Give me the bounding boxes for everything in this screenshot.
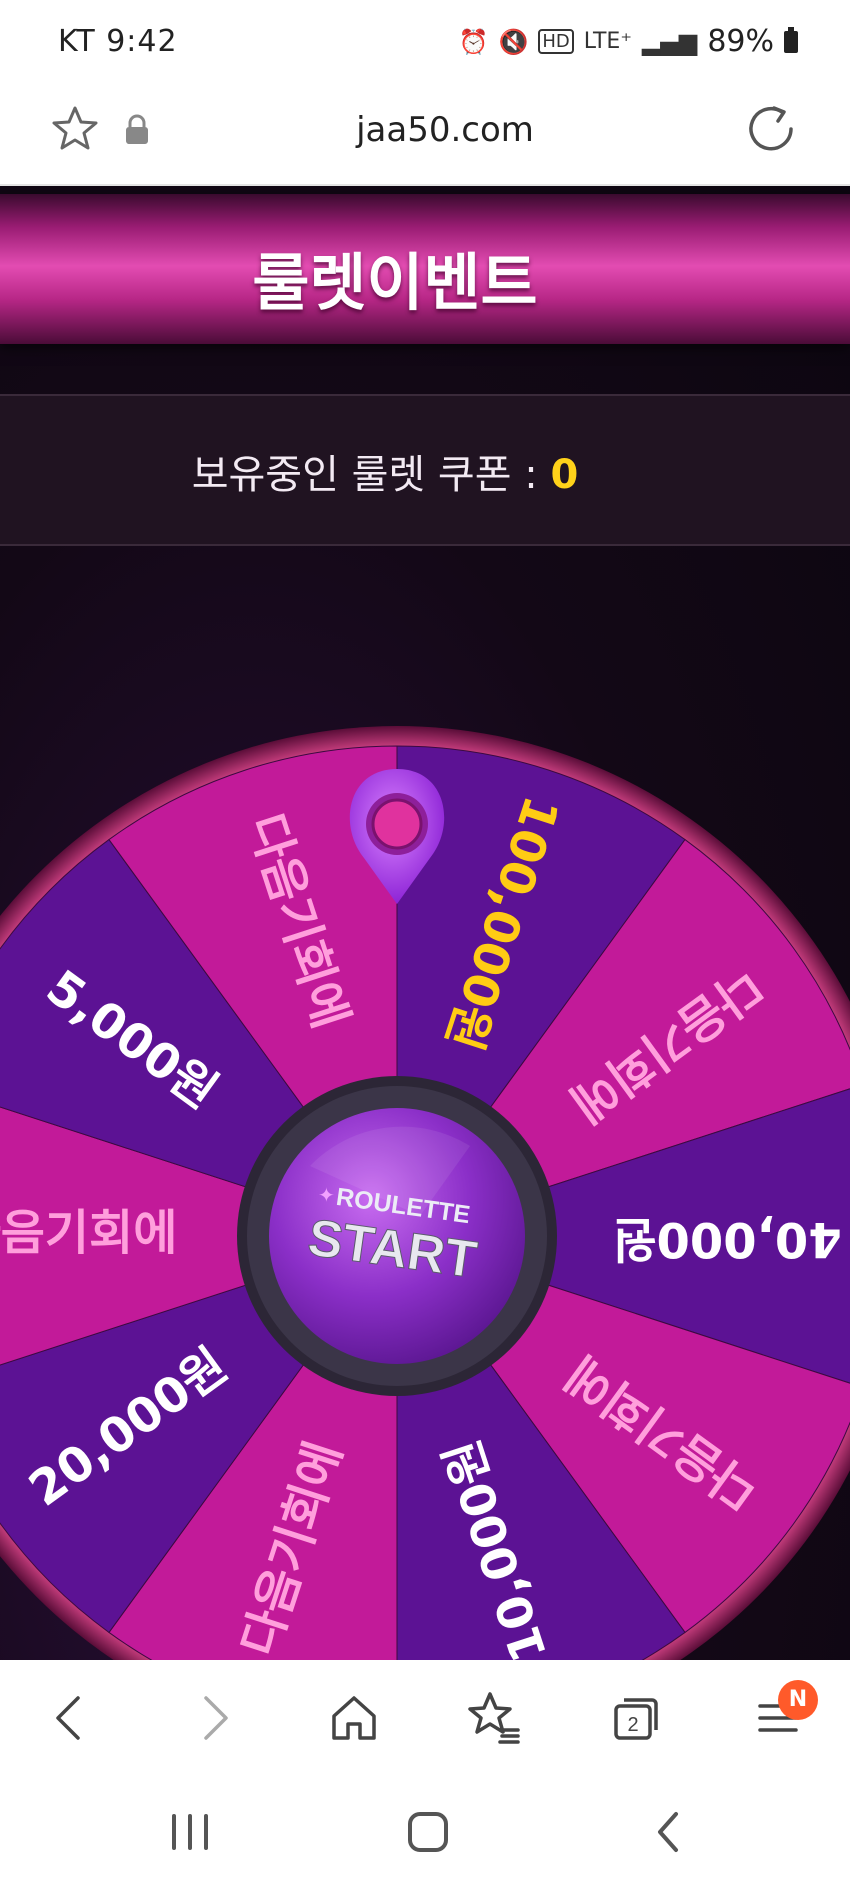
segment-label-miss: 다음기회에 [0,1205,177,1261]
recent-apps-icon[interactable] [160,1806,220,1858]
home-icon[interactable] [322,1686,386,1750]
reload-icon[interactable] [744,102,798,156]
browser-toolbar: 2 [0,1660,850,1776]
tabs-icon[interactable]: 2 [604,1686,668,1750]
hd-icon: HD [538,29,574,54]
bookmarks-icon[interactable] [462,1686,526,1750]
roulette-wheel[interactable]: 100,000원다음기회에40,000원다음기회에10,000원다음기회에20,… [0,186,850,1660]
tab-count: 2 [627,1714,638,1736]
start-button[interactable]: ROULETTE START ✦ [237,1076,557,1396]
status-bar: KT 9:42 ⏰ 🔇 HD LTE⁺ ▂▄▆ 89% [0,0,850,84]
carrier-time: KT 9:42 [58,24,178,59]
menu-notification-badge: N [778,1680,818,1720]
forward-icon[interactable] [182,1686,246,1750]
mute-icon: 🔇 [498,27,529,56]
back-nav-icon[interactable] [640,1806,700,1858]
battery-percent: 89% [707,24,774,59]
address-bar: jaa50.com [0,84,850,186]
segment-label-prize: 40,000원 [612,1211,841,1267]
battery-icon [784,26,798,53]
alarm-icon: ⏰ [458,27,489,56]
roulette-page: 룰렛이벤트 보유중인 룰렛 쿠폰 : 0 100,000원 다음기회에 40,0… [0,186,850,1660]
home-nav-icon[interactable] [398,1806,458,1858]
network-label: LTE⁺ [583,29,632,54]
system-nav-bar [0,1776,850,1889]
sparkle-icon: ✦ [318,1183,335,1207]
url-text[interactable]: jaa50.com [0,110,850,150]
signal-icon: ▂▄▆ [641,27,698,56]
back-icon[interactable] [38,1686,102,1750]
status-icons: ⏰ 🔇 HD LTE⁺ ▂▄▆ 89% [459,24,798,59]
